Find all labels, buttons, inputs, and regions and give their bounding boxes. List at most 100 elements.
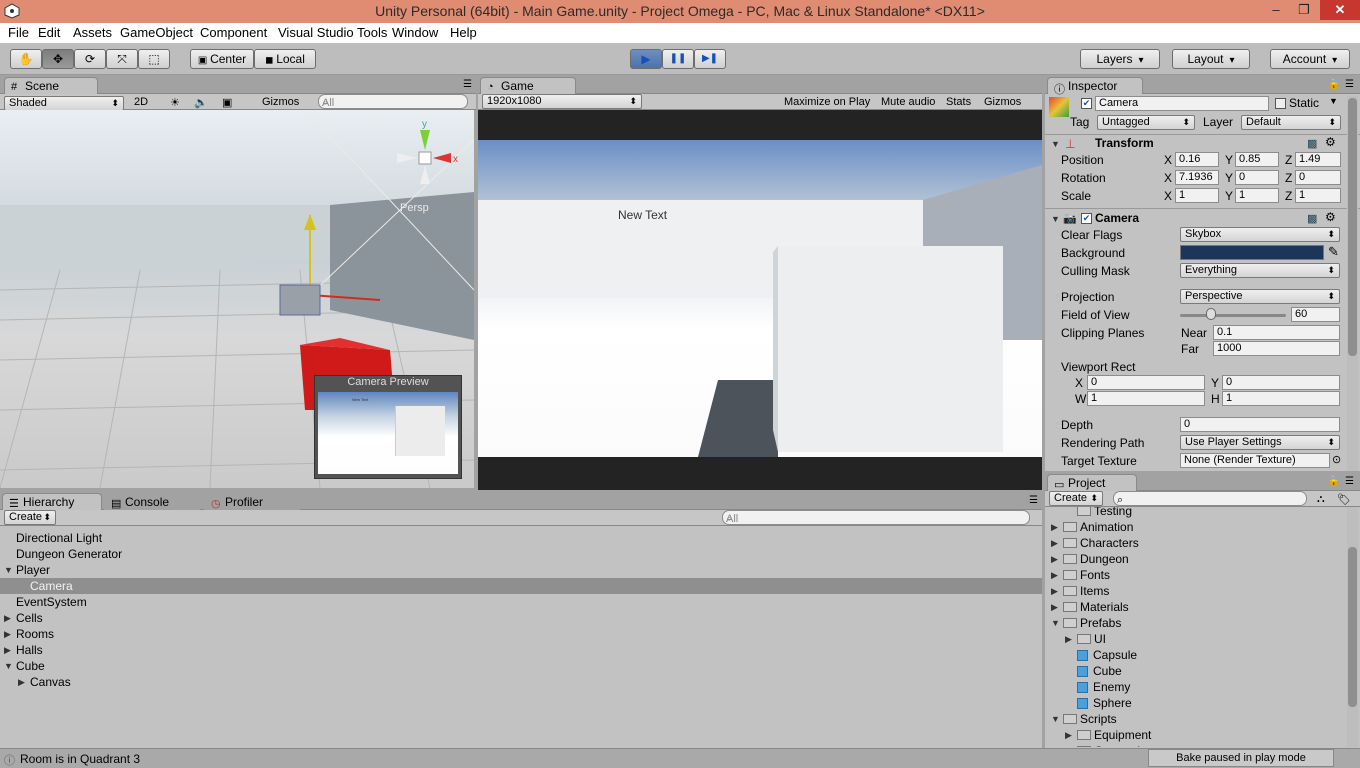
viewport-y-field[interactable]: 0 [1222,375,1340,390]
effects-icon[interactable]: ▣ [222,96,232,109]
foldout-collapsed-icon[interactable]: ▶ [4,629,11,640]
scale-tool-button[interactable]: ⤧ [106,49,138,69]
rect-tool-button[interactable]: ⬚ [138,49,170,69]
position-z-field[interactable]: 1.49 [1295,152,1341,167]
project-scroll-thumb[interactable] [1348,547,1357,707]
hierarchy-item[interactable]: ▶ Canvas [0,674,1042,690]
foldout-expanded-icon[interactable]: ▼ [4,565,13,575]
layers-dropdown[interactable]: Layers [1080,49,1160,69]
minimize-button[interactable]: – [1262,0,1290,20]
lock-icon[interactable]: 🔒 [1328,79,1340,90]
scene-viewport[interactable]: y x Persp Camera Preview New Text [0,110,474,488]
foldout-collapsed-icon[interactable]: ▶ [1065,634,1072,645]
foldout-collapsed-icon[interactable]: ▶ [4,645,11,656]
active-checkbox[interactable]: ✔ [1081,98,1092,109]
play-button[interactable]: ▶ [630,49,662,69]
hierarchy-item[interactable]: Camera [0,578,1042,594]
menu-edit[interactable]: Edit [38,25,60,40]
hierarchy-item[interactable]: EventSystem [0,594,1042,610]
scale-z-field[interactable]: 1 [1295,188,1341,203]
foldout-collapsed-icon[interactable]: ▶ [1051,602,1058,613]
position-y-field[interactable]: 0.85 [1235,152,1279,167]
object-name-field[interactable]: Camera [1095,96,1269,111]
mute-audio-toggle[interactable]: Mute audio [881,96,935,108]
scale-x-field[interactable]: 1 [1175,188,1219,203]
viewport-x-field[interactable]: 0 [1087,375,1205,390]
tab-console[interactable]: ▤ Console [104,493,200,510]
pivot-center-toggle[interactable]: ▣ Center [190,49,254,69]
project-item[interactable]: ▼ Scripts [1045,711,1347,727]
project-item[interactable]: Capsule [1045,647,1347,663]
foldout-collapsed-icon[interactable]: ▶ [1051,586,1058,597]
rendering-path-dropdown[interactable]: Use Player Settings [1180,435,1340,450]
tab-game[interactable]: ◔ Game [480,77,576,94]
panel-menu-icon[interactable]: ☰ [1029,495,1038,506]
project-item[interactable]: ▶ Animation [1045,519,1347,535]
resolution-dropdown[interactable]: 1920x1080 [482,94,642,109]
stats-toggle[interactable]: Stats [946,96,971,108]
tab-profiler[interactable]: ◷ Profiler [204,493,300,510]
tab-project[interactable]: ▭ Project [1047,474,1137,491]
static-checkbox[interactable] [1275,98,1286,109]
component-gear-icon[interactable]: ⚙ [1325,210,1336,224]
pivot-local-toggle[interactable]: ◼ Local [254,49,316,69]
depth-field[interactable]: 0 [1180,417,1340,432]
foldout-collapsed-icon[interactable]: ▶ [1051,554,1058,565]
foldout-expanded-icon[interactable]: ▼ [1051,714,1060,724]
hierarchy-item[interactable]: ▼ Cube [0,658,1042,674]
tab-inspector[interactable]: ⓘ Inspector [1047,77,1143,96]
camera-enabled-checkbox[interactable]: ✔ [1081,213,1092,224]
hierarchy-item[interactable]: Directional Light [0,530,1042,546]
tab-scene[interactable]: # Scene [4,77,98,94]
scale-y-field[interactable]: 1 [1235,188,1279,203]
component-gear-icon[interactable]: ⚙ [1325,135,1336,149]
2d-toggle[interactable]: 2D [134,96,148,108]
rotation-z-field[interactable]: 0 [1295,170,1341,185]
project-scrollbar[interactable] [1347,507,1358,747]
hand-tool-button[interactable]: ✋ [10,49,42,69]
help-book-icon[interactable]: ▩ [1307,212,1317,225]
project-item[interactable]: ▶ Items [1045,583,1347,599]
menu-window[interactable]: Window [392,25,438,40]
maximize-button[interactable]: ❐ [1290,0,1318,20]
foldout-collapsed-icon[interactable]: ▶ [18,677,25,688]
fov-field[interactable]: 60 [1291,307,1340,322]
near-field[interactable]: 0.1 [1213,325,1340,340]
hierarchy-item[interactable]: ▶ Rooms [0,626,1042,642]
foldout-collapsed-icon[interactable]: ▶ [1065,746,1072,747]
foldout-expanded-icon[interactable]: ▼ [1051,618,1060,628]
project-item[interactable]: ▶ Dungeon [1045,551,1347,567]
project-search-input[interactable]: ⌕ [1113,491,1307,506]
menu-gameobject[interactable]: GameObject [120,25,193,40]
fov-slider-thumb[interactable] [1205,308,1216,320]
foldout-collapsed-icon[interactable]: ▶ [1051,538,1058,549]
fov-slider-track[interactable] [1180,314,1286,317]
foldout-collapsed-icon[interactable]: ▶ [1051,570,1058,581]
position-x-field[interactable]: 0.16 [1175,152,1219,167]
object-picker-icon[interactable]: ⊙ [1332,453,1341,466]
filter-label-icon[interactable]: 🏷 [1337,493,1351,506]
menu-assets[interactable]: Assets [73,25,112,40]
inspector-scroll-thumb[interactable] [1348,98,1357,356]
eyedropper-icon[interactable]: ✎ [1328,244,1339,260]
project-item[interactable]: ▶ Equipment [1045,727,1347,743]
scene-gizmos-dropdown[interactable]: Gizmos [262,96,299,108]
menu-component[interactable]: Component [200,25,267,40]
step-button[interactable]: ▶❚ [694,49,726,69]
scene-search-input[interactable]: ⌕ All [318,94,468,109]
project-item[interactable]: ▼ Prefabs [1045,615,1347,631]
status-message[interactable]: Room is in Quadrant 3 [20,752,140,766]
viewport-w-field[interactable]: 1 [1087,391,1205,406]
project-item[interactable]: Enemy [1045,679,1347,695]
projection-dropdown[interactable]: Perspective [1180,289,1340,304]
foldout-collapsed-icon[interactable]: ▶ [1051,522,1058,533]
pause-button[interactable]: ❚❚ [662,49,694,69]
project-item[interactable]: ▶ Characters [1045,535,1347,551]
rotation-y-field[interactable]: 0 [1235,170,1279,185]
menu-help[interactable]: Help [450,25,477,40]
hierarchy-item[interactable]: ▼ Player [0,562,1042,578]
hierarchy-item[interactable]: Dungeon Generator [0,546,1042,562]
panel-menu-icon[interactable]: ☰ [1345,79,1354,90]
rotate-tool-button[interactable]: ⟳ [74,49,106,69]
project-item[interactable]: Sphere [1045,695,1347,711]
